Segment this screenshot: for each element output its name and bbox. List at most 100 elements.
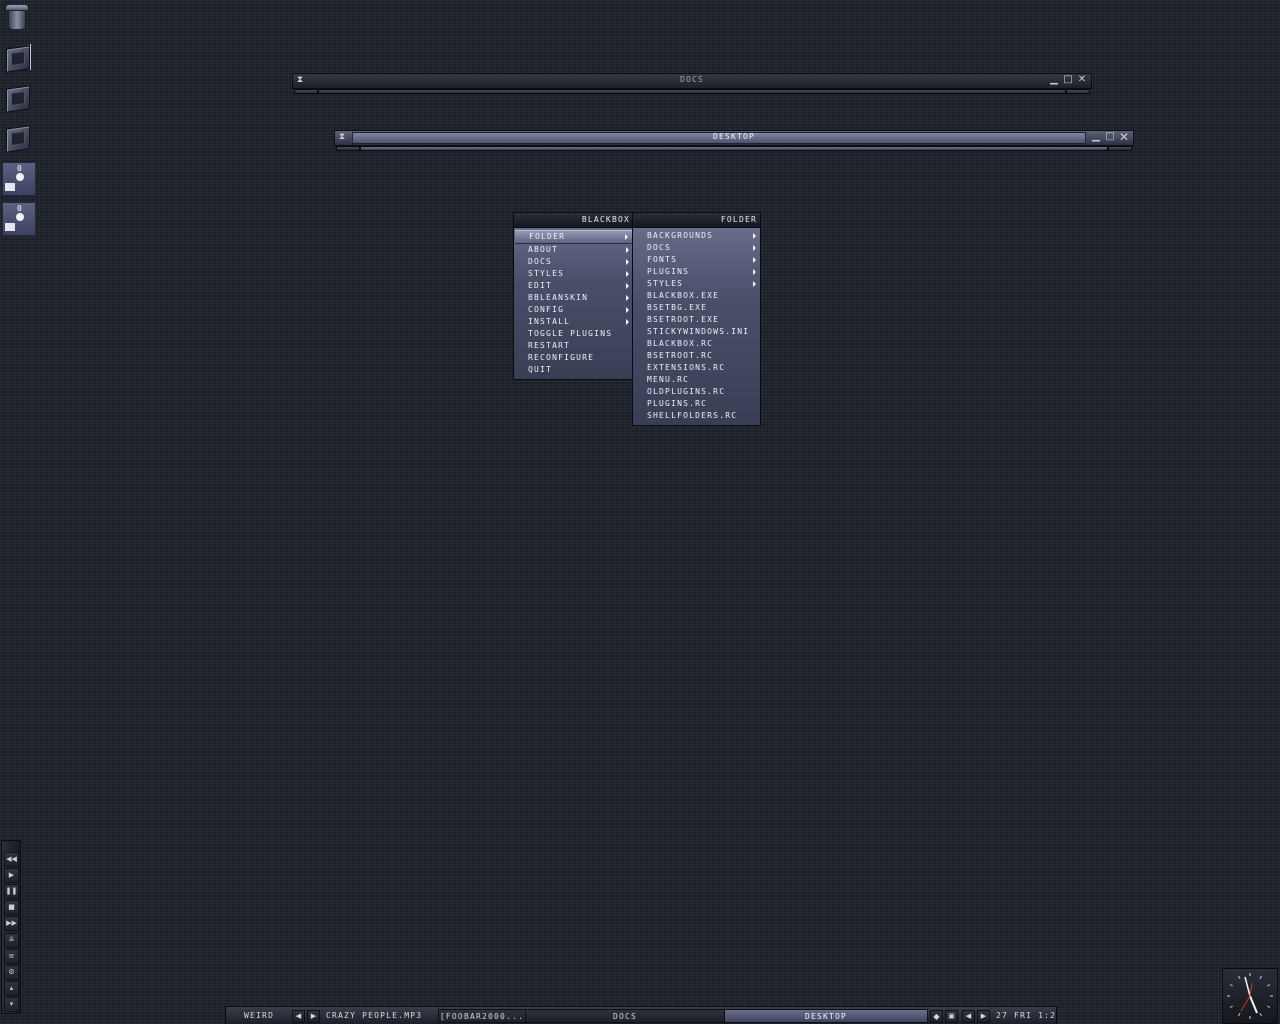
- menu-item-folder[interactable]: FOLDER: [515, 230, 632, 244]
- menu-item-label: MENU.RC: [647, 375, 690, 384]
- maximize-icon[interactable]: □: [1104, 131, 1116, 143]
- previous-icon[interactable]: ◀◀: [4, 852, 19, 867]
- minimize-icon[interactable]: ▁: [1090, 131, 1102, 143]
- menu-item-label: STYLES: [528, 269, 565, 278]
- resize-grip-right[interactable]: [1108, 146, 1132, 151]
- menu-item-bsetroot-rc[interactable]: BSETROOT.RC: [633, 350, 760, 362]
- volume-up-icon[interactable]: ▴: [4, 981, 19, 996]
- pager-dot-icon: [16, 173, 24, 181]
- menu-item-label: BACKGROUNDS: [647, 231, 714, 240]
- menu-item-label: EXTENSIONS.RC: [647, 363, 726, 372]
- menu-item-reconfigure[interactable]: RECONFIGURE: [514, 352, 633, 364]
- menu-item-styles[interactable]: STYLES: [633, 278, 760, 290]
- analog-clock: [1222, 968, 1278, 1024]
- menu-item-label: SHELLFOLDERS.RC: [647, 411, 738, 420]
- menu-item-oldplugins-rc[interactable]: OLDPLUGINS.RC: [633, 386, 760, 398]
- menu-item-label: BSETROOT.EXE: [647, 315, 720, 324]
- menu-item-bsetbg-exe[interactable]: BSETBG.EXE: [633, 302, 760, 314]
- network-icon[interactable]: [2, 124, 32, 156]
- menu-item-extensions-rc[interactable]: EXTENSIONS.RC: [633, 362, 760, 374]
- pager-bar-icon: [5, 183, 15, 191]
- task-docs[interactable]: DOCS: [525, 1009, 725, 1023]
- desktop-window[interactable]: ⧗ DESKTOP ▁ □ ✕: [334, 130, 1134, 151]
- menu-item-menu-rc[interactable]: MENU.RC: [633, 374, 760, 386]
- tray-gear-icon[interactable]: ◆: [930, 1010, 943, 1023]
- submenu-arrow-icon: [625, 234, 628, 240]
- menu-item-docs[interactable]: DOCS: [633, 242, 760, 254]
- resize-grip-left[interactable]: [336, 146, 360, 151]
- menu-item-label: STYLES: [647, 279, 684, 288]
- menu-item-label: BLACKBOX.RC: [647, 339, 714, 348]
- media-controls: ◀◀ ▶ ❚❚ ■ ▶▶ ≚ ≡ ⚙ ▴ ▾: [1, 840, 21, 1014]
- submenu-arrow-icon: [753, 245, 756, 251]
- submenu-arrow-icon: [626, 295, 629, 301]
- menu-item-shellfolders-rc[interactable]: SHELLFOLDERS.RC: [633, 410, 760, 422]
- task-foobar2000[interactable]: [FOOBAR2000...: [438, 1009, 526, 1023]
- recycle-bin-icon[interactable]: [2, 2, 32, 34]
- prev-task-icon[interactable]: ◀: [962, 1010, 975, 1023]
- menu-item-fonts[interactable]: FONTS: [633, 254, 760, 266]
- menu-item-bbleanskin[interactable]: BBLEANSKIN: [514, 292, 633, 304]
- window-bottom-handle[interactable]: [318, 89, 1066, 94]
- documents-icon[interactable]: [2, 84, 32, 116]
- menu-item-backgrounds[interactable]: BACKGROUNDS: [633, 230, 760, 242]
- docs-window[interactable]: ⧗ DOCS ▁ □ ✕: [292, 73, 1092, 94]
- volume-down-icon[interactable]: ▾: [4, 997, 19, 1012]
- resize-grip-left[interactable]: [294, 89, 318, 94]
- close-icon[interactable]: ✕: [1118, 131, 1130, 143]
- menu-item-label: INSTALL: [528, 317, 571, 326]
- task-desktop[interactable]: DESKTOP: [724, 1009, 928, 1023]
- stop-icon[interactable]: ■: [4, 900, 19, 915]
- menu-title[interactable]: FOLDER: [633, 213, 760, 228]
- menu-item-quit[interactable]: QUIT: [514, 364, 633, 376]
- submenu-arrow-icon: [753, 233, 756, 239]
- playlist-icon[interactable]: ≡: [4, 949, 19, 964]
- open-icon[interactable]: ≚: [4, 933, 19, 948]
- maximize-icon[interactable]: □: [1062, 74, 1074, 86]
- workspace-prev-icon[interactable]: ◀: [292, 1010, 305, 1023]
- menu-item-label: STICKYWINDOWS.INI: [647, 327, 750, 336]
- menu-item-config[interactable]: CONFIG: [514, 304, 633, 316]
- next-icon[interactable]: ▶▶: [4, 916, 19, 931]
- menu-item-label: CONFIG: [528, 305, 565, 314]
- close-icon[interactable]: ✕: [1076, 74, 1088, 86]
- menu-item-label: BSETBG.EXE: [647, 303, 708, 312]
- menu-item-plugins-rc[interactable]: PLUGINS.RC: [633, 398, 760, 410]
- menu-item-restart[interactable]: RESTART: [514, 340, 633, 352]
- play-icon[interactable]: ▶: [4, 868, 19, 883]
- submenu-arrow-icon: [626, 307, 629, 313]
- menu-item-label: PLUGINS: [647, 267, 690, 276]
- pager-bar-icon: [5, 223, 15, 231]
- submenu-arrow-icon: [626, 319, 629, 325]
- window-title: DOCS: [679, 75, 705, 84]
- menu-item-bsetroot-exe[interactable]: BSETROOT.EXE: [633, 314, 760, 326]
- pause-icon[interactable]: ❚❚: [4, 884, 19, 899]
- menu-item-styles[interactable]: STYLES: [514, 268, 633, 280]
- menu-item-about[interactable]: ABOUT: [514, 244, 633, 256]
- window-bottom-handle[interactable]: [360, 146, 1108, 151]
- settings-icon[interactable]: ⚙: [4, 965, 19, 980]
- menu-item-label: RECONFIGURE: [528, 353, 595, 362]
- menu-item-blackbox-rc[interactable]: BLACKBOX.RC: [633, 338, 760, 350]
- tray-monitor-icon[interactable]: ▣: [945, 1010, 958, 1023]
- now-playing: CRAZY PEOPLE.MP3: [326, 1011, 423, 1020]
- menu-item-label: QUIT: [528, 365, 553, 374]
- resize-grip-right[interactable]: [1066, 89, 1090, 94]
- menu-item-stickywindows-ini[interactable]: STICKYWINDOWS.INI: [633, 326, 760, 338]
- next-task-icon[interactable]: ▶: [977, 1010, 990, 1023]
- menu-item-blackbox-exe[interactable]: BLACKBOX.EXE: [633, 290, 760, 302]
- workspace-number: 0: [17, 204, 22, 213]
- workspace-pager-2[interactable]: 0: [2, 202, 36, 236]
- taskbar-clock: 27 FRI 1:26: [996, 1011, 1056, 1020]
- menu-item-plugins[interactable]: PLUGINS: [633, 266, 760, 278]
- workspace-next-icon[interactable]: ▶: [307, 1010, 320, 1023]
- bracket-divider: [30, 44, 35, 70]
- computer-icon[interactable]: [2, 44, 32, 76]
- minimize-icon[interactable]: ▁: [1048, 74, 1060, 86]
- menu-title[interactable]: BLACKBOX: [514, 213, 633, 228]
- menu-item-toggle-plugins[interactable]: TOGGLE PLUGINS: [514, 328, 633, 340]
- workspace-pager-1[interactable]: 0: [2, 162, 36, 196]
- menu-item-docs[interactable]: DOCS: [514, 256, 633, 268]
- menu-item-edit[interactable]: EDIT: [514, 280, 633, 292]
- menu-item-install[interactable]: INSTALL: [514, 316, 633, 328]
